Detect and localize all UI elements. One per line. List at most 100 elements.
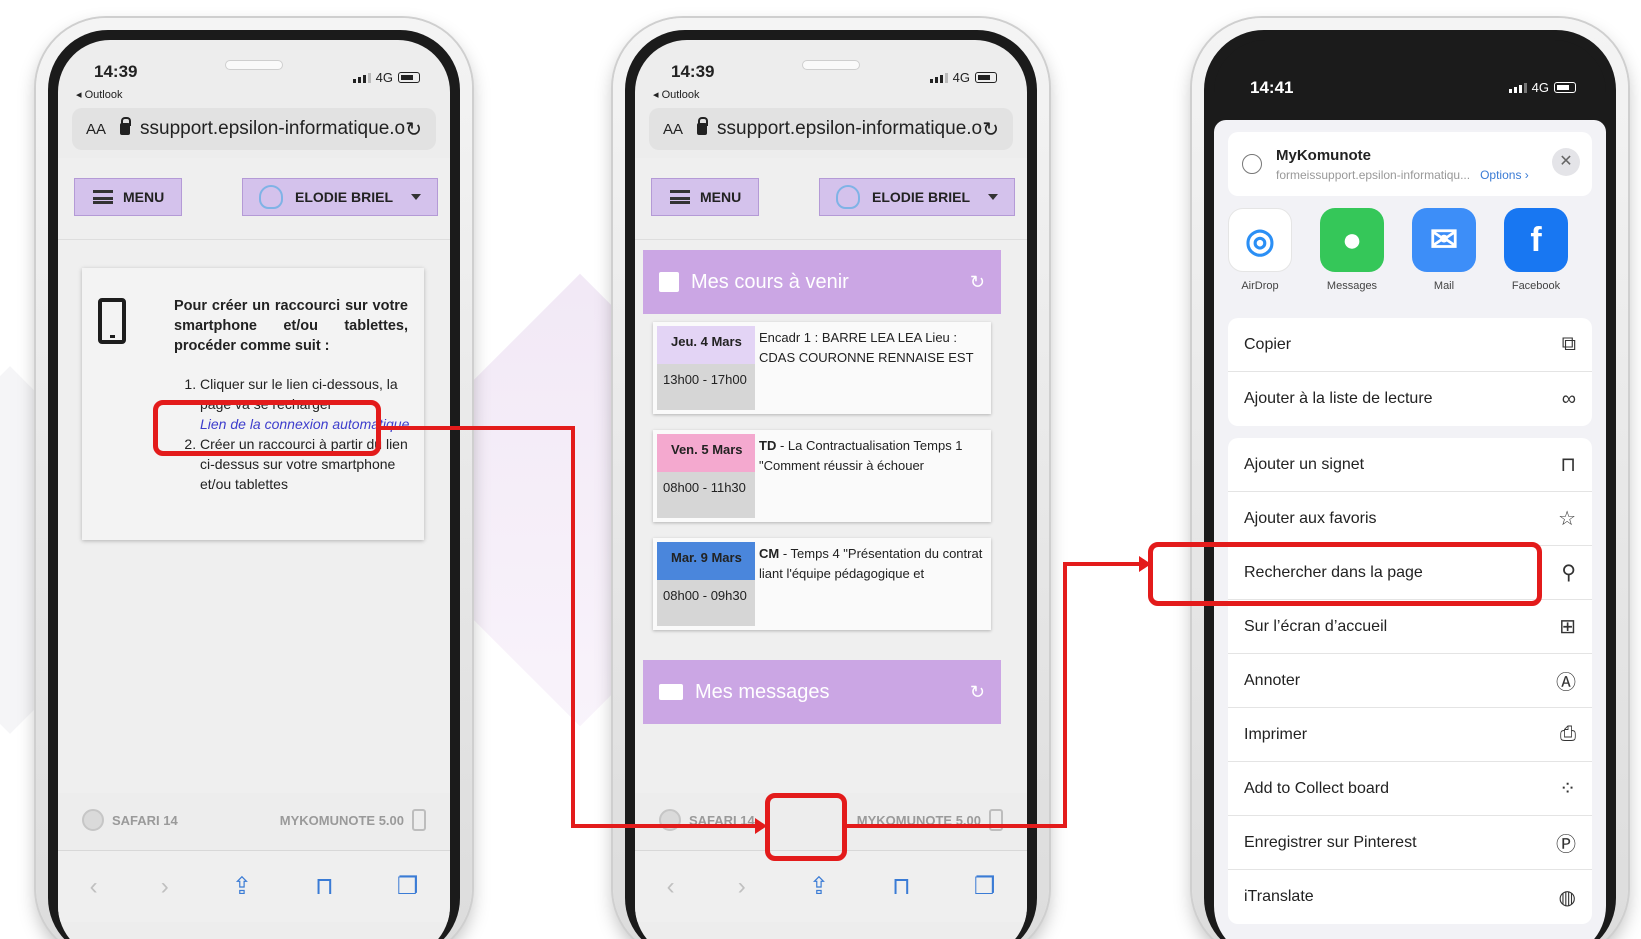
connector-line (381, 426, 573, 430)
course-item[interactable]: Jeu. 4 Mars 13h00 - 17h00 Encadr 1 : BAR… (653, 322, 991, 414)
menu-label: MENU (123, 189, 165, 205)
status-bar: 14:39 ◂ Outlook 4G (635, 40, 1027, 102)
refresh-icon[interactable]: ↻ (970, 682, 985, 703)
back-to-app-link[interactable]: ◂ Outlook (653, 88, 700, 101)
glasses-icon: ∞ (1561, 387, 1576, 410)
user-button[interactable]: ELODIE BRIEL (242, 178, 438, 216)
action-collect-board[interactable]: Add to Collect board ⁘ (1228, 762, 1592, 816)
app-messages[interactable]: ● Messages (1320, 208, 1384, 300)
battery-icon (1554, 82, 1576, 93)
course-desc: CM - Temps 4 "Présentation du contrat li… (759, 544, 985, 584)
smartphone-icon (98, 298, 126, 344)
share-icon[interactable]: ⇪ (809, 872, 829, 901)
footer-browser: SAFARI 14 (112, 812, 178, 828)
star-icon: ☆ (1558, 508, 1576, 530)
share-target-info: MyKomunote formeissupport.epsilon-inform… (1276, 147, 1529, 182)
bookmarks-icon[interactable]: ⊓ (315, 872, 334, 901)
action-itranslate[interactable]: iTranslate ◍ (1228, 870, 1592, 924)
text-size-button[interactable]: AA (663, 121, 683, 138)
action-label: Imprimer (1244, 725, 1308, 743)
app-label: Facebook (1511, 280, 1561, 292)
url-text[interactable]: ssupport.epsilon-informatique.org (717, 118, 982, 140)
course-item[interactable]: Mar. 9 Mars 08h00 - 09h30 CM - Temps 4 "… (653, 538, 991, 630)
share-actions-group-2: Ajouter un signet ⊓ Ajouter aux favoris ☆ … (1228, 438, 1592, 924)
app-airdrop[interactable]: ◎ AirDrop (1228, 208, 1292, 300)
back-icon[interactable]: ‹ (90, 873, 98, 901)
forward-icon[interactable]: › (161, 873, 169, 901)
app-facebook[interactable]: f Facebook (1504, 208, 1568, 300)
course-day: Mar. 9 Mars (657, 542, 755, 580)
action-label: Add to Collect board (1244, 779, 1389, 797)
device-icon (412, 809, 426, 831)
address-bar[interactable]: AA ssupport.epsilon-informatique.org ↻ (72, 108, 436, 150)
printer-icon: ⎙ (1560, 723, 1576, 745)
app-mail[interactable]: ✉ Mail (1412, 208, 1476, 300)
tabs-icon[interactable]: ❐ (397, 872, 419, 901)
site-url-line: formeissupport.epsilon-informatiqu... Opt… (1276, 168, 1529, 182)
status-bar: 14:41 4G (1214, 40, 1606, 102)
status-time: 14:39 (94, 62, 138, 81)
reload-icon[interactable]: ↻ (405, 117, 422, 142)
share-icon[interactable]: ⇪ (232, 872, 252, 901)
refresh-icon[interactable]: ↻ (970, 272, 985, 293)
menu-button[interactable]: MENU (651, 178, 759, 216)
phone-bezel: 14:39 ◂ Outlook 4G AA ssupport.epsilon-i… (48, 30, 460, 939)
speaker (225, 60, 283, 70)
network-type: 4G (1531, 80, 1549, 95)
back-to-app-link[interactable]: ◂ Outlook (76, 88, 123, 101)
hamburger-icon (670, 190, 690, 204)
network-type: 4G (952, 70, 970, 85)
share-apps-row: ◎ AirDrop ● Messages ✉ Mail f Facebook (1228, 208, 1606, 300)
airdrop-icon: ◎ (1228, 208, 1292, 272)
user-button[interactable]: ELODIE BRIEL (819, 178, 1015, 216)
caret-down-icon (988, 194, 999, 200)
action-label: Enregistrer sur Pinterest (1244, 833, 1417, 851)
messages-icon: ● (1320, 208, 1384, 272)
phone-screen: 14:41 4G MyKomunote formeissupport.epsil… (1214, 40, 1606, 939)
safari-toolbar: ‹ › ⇪ ⊓ ❐ (58, 850, 450, 922)
connector-line (1063, 562, 1067, 828)
copy-icon: ⧉ (1561, 333, 1576, 355)
envelope-icon (659, 684, 683, 700)
url-text[interactable]: ssupport.epsilon-informatique.org (140, 118, 405, 140)
signal-icon (1508, 82, 1527, 93)
user-name: ELODIE BRIEL (872, 189, 971, 205)
hamburger-icon (93, 190, 113, 204)
mail-icon: ✉ (1412, 208, 1476, 272)
action-markup[interactable]: Annoter Ⓐ (1228, 654, 1592, 708)
address-bar[interactable]: AA ssupport.epsilon-informatique.org ↻ (649, 108, 1013, 150)
back-icon[interactable]: ‹ (667, 873, 675, 901)
forward-icon[interactable]: › (738, 873, 746, 901)
action-copy[interactable]: Copier ⧉ (1228, 318, 1592, 372)
messages-card-header: Mes messages ↻ (643, 660, 1001, 724)
action-print[interactable]: Imprimer ⎙ (1228, 708, 1592, 762)
course-item[interactable]: Ven. 5 Mars 08h00 - 11h30 TD - La Contra… (653, 430, 991, 522)
reload-icon[interactable]: ↻ (982, 117, 999, 142)
compass-icon (1242, 154, 1262, 174)
phone-screen: 14:39 ◂ Outlook 4G AA ssupport.epsilon-i… (58, 40, 450, 939)
action-add-to-home-screen[interactable]: Sur l’écran d’accueil ⊞ (1228, 600, 1592, 654)
close-icon[interactable]: ✕ (1552, 148, 1580, 176)
bookmarks-icon[interactable]: ⊓ (892, 872, 911, 901)
markup-icon: Ⓐ (1556, 672, 1576, 694)
action-label: Sur l’écran d’accueil (1244, 617, 1388, 635)
network-status: 4G (352, 70, 420, 85)
connector-line (1063, 562, 1143, 566)
menu-button[interactable]: MENU (74, 178, 182, 216)
text-size-button[interactable]: AA (86, 121, 106, 138)
action-favorites[interactable]: Ajouter aux favoris ☆ (1228, 492, 1592, 546)
course-desc-text: - Temps 4 "Présentation du contrat liant… (759, 546, 983, 581)
web-content: MENU ELODIE BRIEL Pour créer un raccourc… (58, 158, 450, 793)
options-link[interactable]: Options › (1480, 168, 1529, 182)
action-reading-list[interactable]: Ajouter à la liste de lecture ∞ (1228, 372, 1592, 426)
top-buttons: MENU ELODIE BRIEL (58, 158, 450, 240)
tabs-icon[interactable]: ❐ (974, 872, 996, 901)
course-day: Ven. 5 Mars (657, 434, 755, 472)
action-pinterest[interactable]: Enregistrer sur Pinterest Ⓟ (1228, 816, 1592, 870)
highlight-share (765, 793, 847, 861)
menu-label: MENU (700, 189, 742, 205)
action-bookmark[interactable]: Ajouter un signet ⊓ (1228, 438, 1592, 492)
footer-version: MYKOMUNOTE 5.00 (279, 812, 404, 828)
phone-1: 14:39 ◂ Outlook 4G AA ssupport.epsilon-i… (36, 18, 472, 939)
action-label: Copier (1244, 335, 1292, 353)
